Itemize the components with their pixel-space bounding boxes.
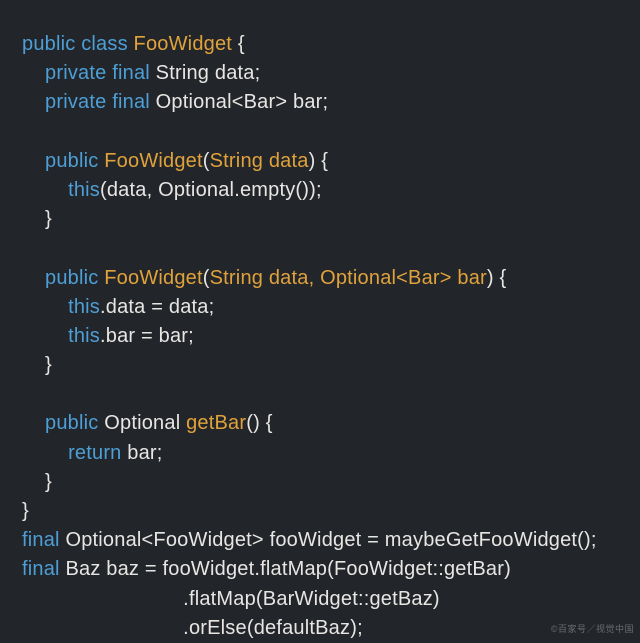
- code-token: }: [45, 471, 52, 493]
- code-token: Optional<Bar> bar;: [156, 91, 329, 113]
- code-token: (: [203, 150, 210, 172]
- code-token: this: [68, 179, 100, 201]
- code-token: final: [112, 91, 155, 113]
- code-line: .flatMap(BarWidget::getBaz): [22, 585, 618, 614]
- code-token: ) {: [309, 150, 329, 172]
- code-line: public Optional getBar() {: [22, 409, 618, 438]
- code-token: .flatMap(BarWidget::getBaz): [22, 588, 440, 610]
- code-token: private: [45, 91, 112, 113]
- code-token: return: [68, 442, 127, 464]
- code-token: class: [81, 33, 133, 55]
- code-token: [22, 383, 28, 405]
- code-token: .bar = bar;: [100, 325, 194, 347]
- code-token: this: [68, 325, 100, 347]
- code-token: public: [45, 267, 104, 289]
- code-token: Baz baz = fooWidget.flatMap(FooWidget::g…: [65, 558, 511, 580]
- code-line: public FooWidget(String data) {: [22, 147, 618, 176]
- code-token: .data = data;: [100, 296, 214, 318]
- code-token: () {: [246, 412, 272, 434]
- code-token: }: [45, 354, 52, 376]
- code-token: Optional: [104, 412, 186, 434]
- code-token: Optional<FooWidget> fooWidget = maybeGet…: [65, 529, 596, 551]
- code-token: .orElse(defaultBaz);: [22, 617, 363, 639]
- code-line: private final Optional<Bar> bar;: [22, 88, 618, 117]
- code-token: String data: [210, 150, 309, 172]
- code-token: String data, Optional<Bar> bar: [210, 267, 487, 289]
- code-line: }: [22, 351, 618, 380]
- code-token: ) {: [487, 267, 507, 289]
- code-token: String data;: [156, 62, 261, 84]
- code-token: }: [45, 208, 52, 230]
- code-block: public class FooWidget { private final S…: [0, 0, 640, 643]
- code-line: final Optional<FooWidget> fooWidget = ma…: [22, 526, 618, 555]
- code-token: FooWidget: [134, 33, 233, 55]
- code-token: this: [68, 296, 100, 318]
- code-token: (: [203, 267, 210, 289]
- code-token: public: [22, 33, 81, 55]
- code-line: this(data, Optional.empty());: [22, 176, 618, 205]
- code-line: [22, 118, 618, 147]
- code-token: final: [112, 62, 155, 84]
- code-token: {: [232, 33, 245, 55]
- code-token: bar;: [127, 442, 162, 464]
- code-token: public: [45, 412, 104, 434]
- code-token: FooWidget: [104, 150, 203, 172]
- code-token: final: [22, 558, 65, 580]
- code-line: this.bar = bar;: [22, 322, 618, 351]
- watermark: ©百家号／视觉中国: [551, 623, 634, 636]
- code-token: FooWidget: [104, 267, 203, 289]
- code-line: [22, 234, 618, 263]
- code-line: return bar;: [22, 439, 618, 468]
- code-line: private final String data;: [22, 59, 618, 88]
- code-token: [22, 121, 28, 143]
- code-token: private: [45, 62, 112, 84]
- code-line: }: [22, 205, 618, 234]
- code-line: public FooWidget(String data, Optional<B…: [22, 264, 618, 293]
- code-token: getBar: [186, 412, 246, 434]
- code-token: final: [22, 529, 65, 551]
- code-token: (data, Optional.empty());: [100, 179, 322, 201]
- code-line: this.data = data;: [22, 293, 618, 322]
- code-line: }: [22, 497, 618, 526]
- code-line: final Baz baz = fooWidget.flatMap(FooWid…: [22, 555, 618, 584]
- code-line: public class FooWidget {: [22, 30, 618, 59]
- code-line: [22, 380, 618, 409]
- code-token: }: [22, 500, 29, 522]
- code-token: public: [45, 150, 104, 172]
- code-line: .orElse(defaultBaz);: [22, 614, 618, 643]
- code-token: [22, 237, 28, 259]
- code-line: }: [22, 468, 618, 497]
